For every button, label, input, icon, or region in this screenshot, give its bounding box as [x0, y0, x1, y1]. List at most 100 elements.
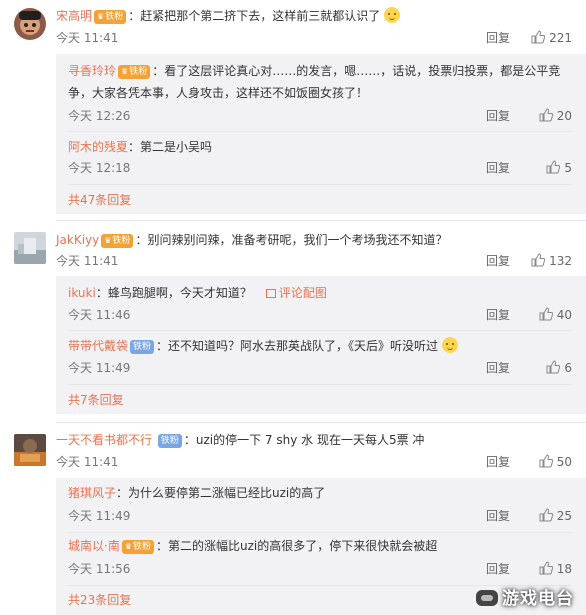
like-count: 25	[556, 509, 572, 523]
reply-button[interactable]: 回复	[486, 452, 510, 472]
reply-item: 带带代戴袋 铁粉 ：还不知道吗？阿水去那英战队了，《天后》听没听过 今天 11:49…	[68, 335, 572, 381]
reply-item: 阿木的残夏：第二是小吴吗 今天 12:18 回复 5	[68, 136, 572, 180]
thumbs-up-icon	[539, 508, 553, 522]
view-more-replies-link[interactable]: 共47条回复	[68, 190, 131, 210]
username-link[interactable]: 宋高明	[56, 9, 92, 23]
fan-badge[interactable]: ♛铁粉	[94, 10, 127, 24]
fan-badge[interactable]: 铁粉	[157, 434, 182, 448]
reply-text: ikuki：蜂鸟跑腿啊，今天才知道？ 评论配图	[68, 282, 572, 304]
fan-badge-label: 铁粉	[133, 342, 152, 352]
reply-body: ：还不知道吗？阿水去那英战队了，《天后》听没听过	[156, 339, 439, 353]
thumbs-up-icon	[546, 160, 561, 174]
reply-meta: 今天 11:56 回复 18	[68, 559, 572, 579]
reply-text: 猪琪风子：为什么要停第二涨幅已经比uzi的高了	[68, 482, 572, 504]
reply-meta: 今天 11:49 回复 25	[68, 506, 572, 526]
timestamp: 今天 11:49	[68, 509, 131, 523]
like-count: 50	[556, 455, 572, 469]
fan-badge[interactable]: 铁粉	[130, 340, 155, 354]
gamepad-logo-icon	[476, 590, 498, 606]
like-button[interactable]: 25	[539, 506, 572, 526]
timestamp: 今天 11:56	[68, 562, 131, 576]
thumbs-up-icon	[539, 454, 553, 468]
fan-badge-label: 铁粉	[112, 236, 131, 246]
like-button[interactable]: 5	[546, 158, 572, 178]
like-count: 132	[549, 254, 572, 268]
username-link[interactable]: 一天不看书都不行	[56, 433, 152, 447]
fan-badge[interactable]: ♛铁粉	[118, 65, 151, 79]
reply-item: 猪琪风子：为什么要停第二涨幅已经比uzi的高了 今天 11:49 回复 25	[68, 482, 572, 528]
like-button[interactable]: 6	[546, 358, 572, 378]
timestamp: 今天 11:41	[56, 254, 119, 268]
avatar[interactable]	[14, 434, 46, 466]
watermark-text: 游戏电台	[502, 589, 574, 609]
comment-meta: 今天 11:41 回复 50	[56, 452, 572, 472]
comment-text: 宋高明 ♛铁粉 ：赶紧把那个第二挤下去，这样前三就都认识了	[56, 6, 572, 26]
username-link[interactable]: 带带代戴袋	[68, 339, 128, 353]
reply-button[interactable]: 回复	[486, 158, 510, 178]
thumbs-up-icon	[539, 108, 553, 122]
fan-badge-label: 铁粉	[105, 12, 124, 22]
thread-divider	[56, 220, 586, 221]
timestamp: 今天 11:41	[56, 31, 119, 45]
crown-icon: ♛	[104, 236, 112, 245]
timestamp: 今天 12:26	[68, 109, 131, 123]
username-link[interactable]: 寻香玲玲	[68, 64, 116, 78]
reply-item: 寻香玲玲 ♛铁粉 ：看了这层评论真心对……的发言，嗯……，话说，投票归投票，都是公平…	[68, 60, 572, 128]
replies-panel: ikuki：蜂鸟跑腿啊，今天才知道？ 评论配图 今天 11:46 回复 40 带带…	[56, 276, 586, 414]
smile-emoji-icon	[384, 7, 401, 23]
reply-button[interactable]: 回复	[486, 358, 510, 378]
like-button[interactable]: 221	[531, 28, 572, 48]
timestamp: 今天 11:41	[56, 455, 119, 469]
divider	[68, 131, 572, 132]
reply-item: ikuki：蜂鸟跑腿啊，今天才知道？ 评论配图 今天 11:46 回复 40	[68, 282, 572, 328]
reply-button[interactable]: 回复	[486, 106, 510, 126]
username-link[interactable]: JakKiyy	[56, 233, 99, 247]
reply-button[interactable]: 回复	[486, 251, 510, 271]
reply-body: ：第二的涨幅比uzi的高很多了，停下来很快就会被超	[156, 539, 438, 553]
reply-meta: 今天 12:18 回复 5	[68, 158, 572, 178]
fan-badge[interactable]: ♛铁粉	[101, 234, 134, 248]
replies-panel: 寻香玲玲 ♛铁粉 ：看了这层评论真心对……的发言，嗯……，话说，投票归投票，都是公平…	[56, 54, 586, 214]
fan-badge-label: 铁粉	[160, 436, 179, 446]
reply-meta: 今天 12:26 回复 20	[68, 106, 572, 126]
like-button[interactable]: 18	[539, 559, 572, 579]
fan-badge-label: 铁粉	[129, 67, 148, 77]
avatar[interactable]	[14, 8, 46, 40]
reply-button[interactable]: 回复	[486, 506, 510, 526]
reply-item: 城南以·南 ♛铁粉 ：第二的涨幅比uzi的高很多了，停下来很快就会被超 今天 11:…	[68, 535, 572, 581]
reply-button[interactable]: 回复	[486, 28, 510, 48]
reply-body: ：为什么要停第二涨幅已经比uzi的高了	[116, 486, 326, 500]
comment-body: ：赶紧把那个第二挤下去，这样前三就都认识了	[128, 9, 381, 23]
crown-icon: ♛	[124, 542, 132, 551]
username-link[interactable]: 猪琪风子	[68, 486, 116, 500]
comment-image-label: 评论配图	[278, 286, 327, 300]
avatar[interactable]	[14, 232, 46, 264]
view-more-replies-link[interactable]: 共23条回复	[68, 590, 131, 610]
reply-meta: 今天 11:49 回复 6	[68, 358, 572, 378]
timestamp: 今天 12:18	[68, 161, 131, 175]
like-count: 6	[564, 361, 572, 375]
reply-body: ：蜂鸟跑腿啊，今天才知道？	[95, 286, 252, 300]
view-more-replies-link[interactable]: 共7条回复	[68, 390, 124, 410]
comment-meta: 今天 11:41 回复 132	[56, 251, 572, 271]
like-count: 221	[549, 31, 572, 45]
like-button[interactable]: 20	[539, 106, 572, 126]
thumbs-up-icon	[531, 30, 546, 44]
like-button[interactable]: 40	[539, 305, 572, 325]
comment-text: 一天不看书都不行 铁粉 ：uzi的停一下 7 shy 水 现在一天每人5票 冲	[56, 430, 572, 450]
like-button[interactable]: 132	[531, 251, 572, 271]
like-count: 18	[556, 562, 572, 576]
reply-button[interactable]: 回复	[486, 559, 510, 579]
comment-image-link[interactable]: 评论配图	[265, 286, 327, 300]
username-link[interactable]: ikuki	[68, 286, 96, 300]
reply-button[interactable]: 回复	[486, 305, 510, 325]
username-link[interactable]: 阿木的残夏	[68, 140, 128, 154]
fan-badge[interactable]: ♛铁粉	[121, 540, 155, 554]
divider	[68, 532, 572, 533]
thumbs-up-icon	[531, 253, 546, 267]
like-count: 20	[556, 109, 572, 123]
timestamp: 今天 11:49	[68, 361, 131, 375]
image-icon	[265, 289, 276, 298]
username-link[interactable]: 城南以·南	[68, 539, 120, 553]
like-button[interactable]: 50	[539, 452, 572, 472]
